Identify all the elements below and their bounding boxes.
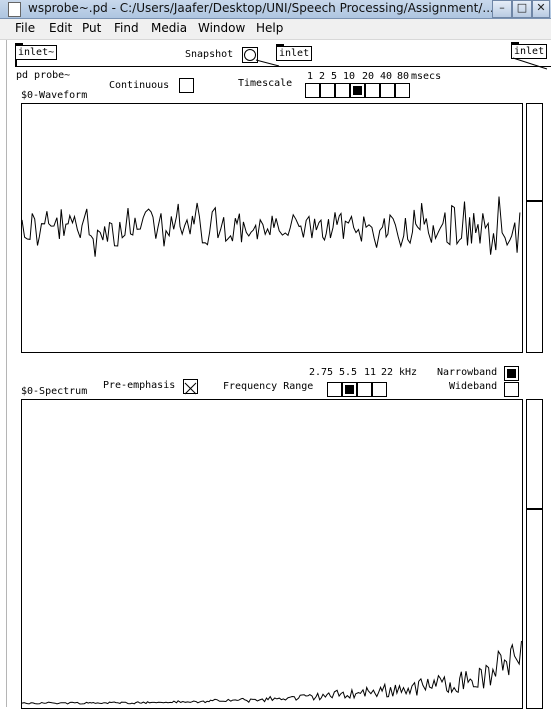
radio-selected-dot bbox=[345, 385, 354, 394]
timescale-value-5: 5 bbox=[331, 71, 338, 82]
menu-find[interactable]: Find bbox=[114, 21, 139, 35]
patch-connections bbox=[15, 57, 548, 70]
preemphasis-label: Pre-emphasis bbox=[103, 380, 176, 391]
close-button[interactable]: ✕ bbox=[532, 0, 550, 18]
timescale-radio-cell[interactable] bbox=[395, 83, 410, 98]
menu-bar: File Edit Put Find Media Window Help bbox=[0, 19, 551, 40]
freq-radio-cell[interactable] bbox=[342, 382, 357, 397]
timescale-value-40: 40 bbox=[380, 71, 393, 82]
timescale-radio-cell[interactable] bbox=[380, 83, 395, 98]
timescale-radio-cell[interactable] bbox=[320, 83, 335, 98]
preemphasis-toggle[interactable] bbox=[183, 379, 198, 395]
maximize-button[interactable]: □ bbox=[512, 0, 532, 18]
menu-window[interactable]: Window bbox=[198, 21, 245, 35]
timescale-radio-cell[interactable] bbox=[350, 83, 365, 98]
freq-value-22: 22 bbox=[381, 367, 394, 378]
timescale-radio-cell[interactable] bbox=[365, 83, 380, 98]
narrowband-toggle[interactable] bbox=[504, 366, 519, 381]
radio-selected-dot bbox=[353, 86, 362, 95]
continuous-toggle[interactable] bbox=[179, 78, 194, 93]
freq-value-11: 11 bbox=[364, 367, 377, 378]
window-title: wsprobe~.pd - C:/Users/Jaafer/Desktop/UN… bbox=[28, 1, 494, 15]
timescale-value-10: 10 bbox=[343, 71, 356, 82]
timescale-label: Timescale bbox=[238, 78, 293, 89]
narrowband-label: Narrowband bbox=[437, 367, 498, 378]
timescale-value-20: 20 bbox=[362, 71, 375, 82]
menu-edit[interactable]: Edit bbox=[49, 21, 72, 35]
wideband-toggle[interactable] bbox=[504, 382, 519, 397]
wideband-label: Wideband bbox=[449, 381, 498, 392]
slider-knob[interactable] bbox=[527, 508, 542, 510]
waveform-label: $0-Waveform bbox=[21, 90, 88, 101]
freq-radio-cell[interactable] bbox=[327, 382, 342, 397]
spectrum-display bbox=[21, 399, 523, 709]
spectrum-label: $0-Spectrum bbox=[21, 386, 88, 397]
waveform-gain-slider[interactable] bbox=[526, 103, 543, 353]
subpatch-title: pd probe~ bbox=[16, 70, 71, 81]
freq-unit: kHz bbox=[399, 367, 418, 378]
menu-help[interactable]: Help bbox=[256, 21, 283, 35]
timescale-value-2: 2 bbox=[319, 71, 326, 82]
timescale-radio-cell[interactable] bbox=[335, 83, 350, 98]
continuous-label: Continuous bbox=[109, 80, 170, 91]
patch-canvas[interactable]: inlet~ Snapshot inlet inlet pd probe~ $0… bbox=[6, 40, 551, 709]
document-icon bbox=[8, 2, 21, 17]
title-bar: wsprobe~.pd - C:/Users/Jaafer/Desktop/UN… bbox=[0, 0, 551, 19]
spectrum-trace bbox=[21, 640, 522, 705]
timescale-unit: msecs bbox=[411, 71, 442, 82]
freq-value-2-75: 2.75 bbox=[309, 367, 334, 378]
toggle-fill bbox=[507, 369, 516, 378]
freq-range-label: Frequency Range bbox=[223, 381, 314, 392]
spectrum-gain-slider[interactable] bbox=[526, 399, 543, 709]
menu-put[interactable]: Put bbox=[82, 21, 101, 35]
slider-knob[interactable] bbox=[527, 200, 542, 202]
toggle-x-icon bbox=[184, 382, 197, 395]
subpatch-top-border bbox=[15, 66, 551, 67]
waveform-trace bbox=[21, 196, 521, 257]
minimize-button[interactable]: – bbox=[492, 0, 512, 18]
freq-value-5-5: 5.5 bbox=[339, 367, 358, 378]
menu-media[interactable]: Media bbox=[151, 21, 187, 35]
menu-file[interactable]: File bbox=[15, 21, 35, 35]
timescale-value-1: 1 bbox=[307, 71, 314, 82]
timescale-radio-cell[interactable] bbox=[305, 83, 320, 98]
waveform-display bbox=[21, 103, 523, 353]
freq-radio-cell[interactable] bbox=[357, 382, 372, 397]
timescale-value-80: 80 bbox=[397, 71, 410, 82]
freq-radio-cell[interactable] bbox=[372, 382, 387, 397]
